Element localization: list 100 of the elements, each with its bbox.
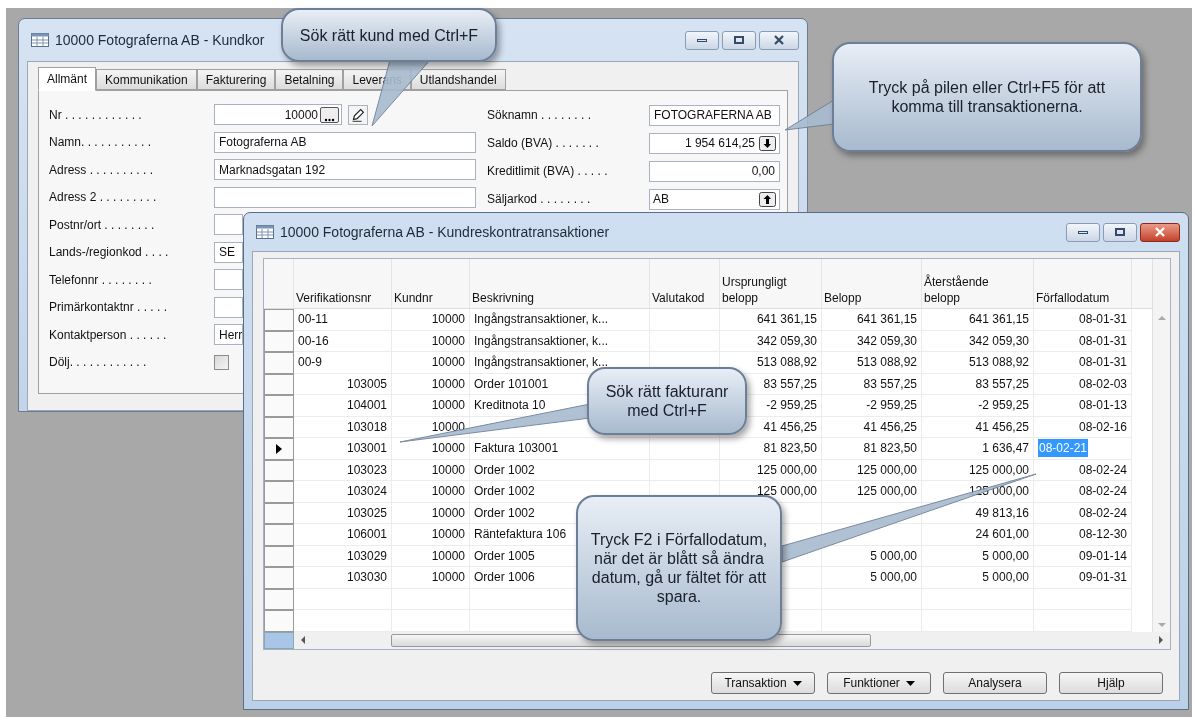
minimize-button[interactable] xyxy=(1066,222,1100,242)
table-cell: 41 456,25 xyxy=(822,416,922,438)
tab[interactable]: Utlandshandel xyxy=(410,69,506,90)
table-cell: 5 000,00 xyxy=(922,545,1034,567)
window-title: 10000 Fotograferna AB - Kundkor xyxy=(55,30,265,50)
close-button[interactable] xyxy=(1140,222,1180,242)
table-cell: 10000 xyxy=(392,524,470,546)
table-cell: 08-02-24 xyxy=(1034,481,1132,503)
column-header[interactable]: Ursprungligt belopp xyxy=(720,259,822,308)
table-cell: 00-9 xyxy=(294,352,392,374)
input-field[interactable]: FOTOGRAFERNA AB xyxy=(649,104,780,126)
input-field[interactable] xyxy=(214,269,243,291)
table-cell: 83 557,25 xyxy=(822,373,922,395)
scroll-right-icon[interactable] xyxy=(1159,636,1164,644)
vertical-scrollbar[interactable] xyxy=(1152,259,1170,632)
column-header[interactable]: Beskrivning xyxy=(470,259,650,308)
input-field[interactable]: Fotograferna AB xyxy=(214,131,476,153)
table-cell: Ingångstransaktioner, k... xyxy=(470,309,650,331)
table-cell: 342 059,30 xyxy=(720,330,822,352)
input-field[interactable] xyxy=(214,214,243,236)
field-value: Fotograferna AB xyxy=(219,134,307,152)
close-button[interactable] xyxy=(759,30,799,50)
field-label: Kreditlimit (BVA) . . . . . xyxy=(487,163,609,180)
table-cell: 103018 xyxy=(294,416,392,438)
maximize-button[interactable] xyxy=(722,30,756,50)
input-field[interactable]: 1 954 614,25 xyxy=(649,132,780,154)
callout: Tryck F2 i Förfallodatum, när det är blått så ändra datum, gå ur fältet för att spara. xyxy=(576,495,782,641)
action-button[interactable]: Analysera xyxy=(943,672,1047,694)
input-field[interactable]: 10000 xyxy=(214,104,342,126)
table-cell: 342 059,30 xyxy=(922,330,1034,352)
field-label: Primärkontaktnr . . . . . xyxy=(49,299,169,317)
table-cell: 81 823,50 xyxy=(822,438,922,460)
column-header[interactable]: Verifikationsnr xyxy=(294,259,392,308)
tab[interactable]: Kommunikation xyxy=(96,69,197,90)
table-cell: 106001 xyxy=(294,524,392,546)
table-cell: 10000 xyxy=(392,502,470,524)
field-label: Söknamn . . . . . . . . xyxy=(487,107,593,124)
field-label: Kontaktperson . . . . . . xyxy=(49,326,168,344)
action-button[interactable]: Hjälp xyxy=(1059,672,1163,694)
table-cell: 83 557,25 xyxy=(922,373,1034,395)
dropdown-caret-icon xyxy=(792,680,802,686)
field-label: Lands-/regionkod . . . . xyxy=(49,244,170,262)
field-label: Säljarkod . . . . . . . . xyxy=(487,191,592,208)
input-field[interactable]: Marknadsgatan 192 xyxy=(214,159,476,181)
input-field[interactable]: Herr xyxy=(214,324,243,346)
action-button[interactable]: Transaktion xyxy=(711,672,815,694)
input-field[interactable]: AB xyxy=(649,188,780,210)
row-selector[interactable] xyxy=(264,438,294,460)
field-label: Adress . . . . . . . . . . xyxy=(49,161,155,179)
maximize-button[interactable] xyxy=(1103,222,1137,242)
table-cell: 342 059,30 xyxy=(822,330,922,352)
action-button[interactable]: Funktioner xyxy=(827,672,931,694)
arrow-down-icon[interactable] xyxy=(759,135,776,151)
table-cell: Ingångstransaktioner, k... xyxy=(470,330,650,352)
lookup-button[interactable] xyxy=(320,106,339,123)
input-field[interactable]: SE xyxy=(214,241,243,263)
field-label: Telefonnr . . . . . . . . xyxy=(49,271,153,289)
minimize-button[interactable] xyxy=(685,30,719,50)
checkbox[interactable] xyxy=(214,354,229,370)
input-field[interactable] xyxy=(214,296,243,318)
table-cell: 125 000,00 xyxy=(720,459,822,481)
field-label: Dölj. . . . . . . . . . . . xyxy=(49,354,148,372)
column-header[interactable]: Förfallodatum xyxy=(1034,259,1132,308)
table-cell: 1 636,47 xyxy=(922,438,1034,460)
field-label: Postnr/ort . . . . . . . . xyxy=(49,216,156,234)
table-cell: 10000 xyxy=(392,481,470,503)
arrow-up-icon[interactable] xyxy=(759,191,776,207)
table-cell: 81 823,50 xyxy=(720,438,822,460)
table-cell: 103001 xyxy=(294,438,392,460)
table-cell: 103005 xyxy=(294,373,392,395)
table-cell: 103029 xyxy=(294,545,392,567)
pencil-icon[interactable] xyxy=(348,104,368,125)
scroll-down-icon[interactable] xyxy=(1157,622,1166,628)
scroll-left-icon[interactable] xyxy=(300,636,305,644)
callout: Sök rätt fakturanr med Ctrl+F xyxy=(587,367,747,435)
table-cell: -2 959,25 xyxy=(822,395,922,417)
scroll-up-icon[interactable] xyxy=(1157,315,1166,320)
callout: Tryck på pilen eller Ctrl+F5 för att komma till transaktionerna. xyxy=(832,42,1142,152)
tab[interactable]: Allmänt xyxy=(38,67,96,91)
table-cell: 08-12-30 xyxy=(1034,524,1132,546)
table-cell: 10000 xyxy=(392,395,470,417)
column-header[interactable]: Kundnr xyxy=(392,259,470,308)
table-cell: -2 959,25 xyxy=(922,395,1034,417)
table-cell: 08-01-13 xyxy=(1034,395,1132,417)
table-cell: 641 361,15 xyxy=(822,309,922,331)
input-field[interactable] xyxy=(214,186,476,208)
column-header[interactable]: Valutakod xyxy=(650,259,720,308)
close-icon xyxy=(773,35,785,45)
input-field[interactable]: 0,00 xyxy=(649,160,780,182)
table-icon xyxy=(31,33,49,47)
field-value: AB xyxy=(653,191,669,208)
column-header[interactable]: Återstående belopp xyxy=(922,259,1034,308)
column-header[interactable]: Belopp xyxy=(822,259,922,308)
table-cell xyxy=(650,438,720,460)
tab[interactable]: Fakturering xyxy=(196,69,276,90)
table-cell: 08-01-31 xyxy=(1034,352,1132,374)
field-label: Namn. . . . . . . . . . . xyxy=(49,134,153,152)
table-cell: 641 361,15 xyxy=(720,309,822,331)
tab[interactable]: Betalning xyxy=(275,69,344,90)
table-cell: 5 000,00 xyxy=(922,567,1034,589)
